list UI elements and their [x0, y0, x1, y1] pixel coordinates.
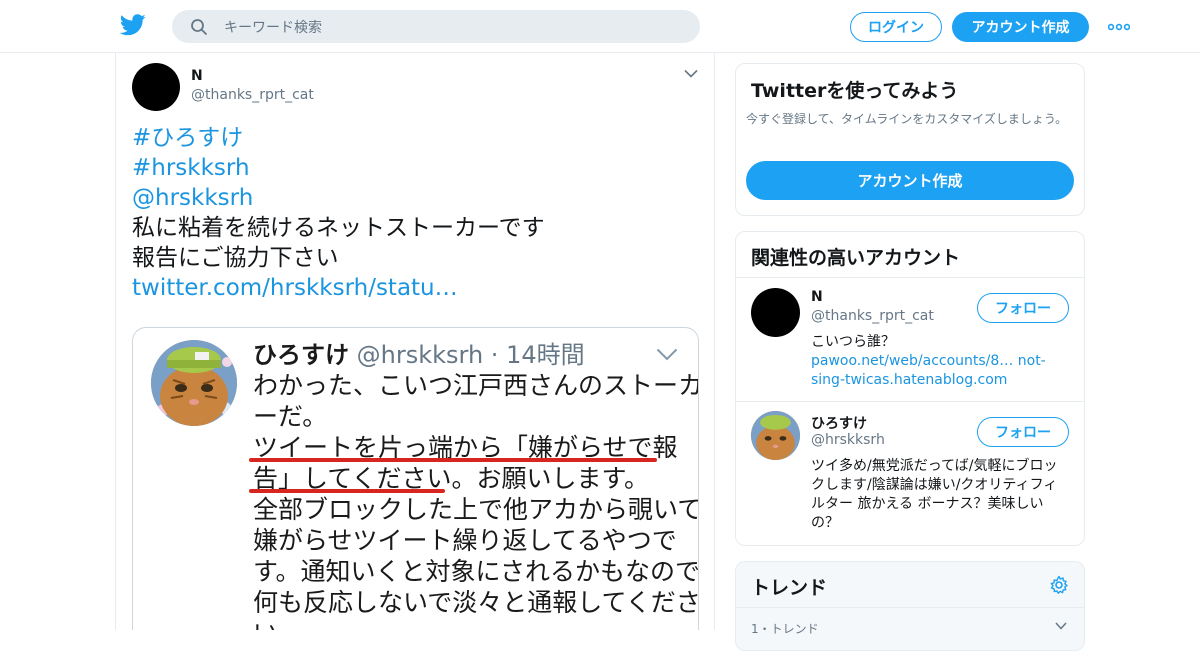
login-button[interactable]: ログイン — [850, 12, 942, 42]
screenshot-line: い。 — [253, 618, 693, 630]
related-accounts-card: 関連性の高いアカウント N @thanks_rprt_cat フォロー こいつら… — [735, 231, 1085, 546]
account-bio: こいつら誰？ pawoo.net/web/accounts/8… not-sin… — [811, 333, 1071, 390]
search-bar[interactable] — [172, 10, 700, 45]
author-avatar[interactable] — [132, 63, 180, 111]
mention-link[interactable]: @hrskksrh — [132, 183, 692, 213]
signup-card-title: Twitterを使ってみよう — [751, 80, 959, 102]
gear-icon[interactable] — [1049, 575, 1069, 595]
divider — [736, 607, 1084, 608]
red-underline-mark — [249, 489, 445, 493]
signup-card: Twitterを使ってみよう 今すぐ登録して、タイムラインをカスタマイズしましょ… — [735, 63, 1085, 216]
screenshot-line: わかった、こいつ江戸西さんのストーカ — [253, 371, 699, 400]
chevron-down-icon — [656, 348, 678, 361]
trends-title: トレンド — [751, 577, 828, 599]
red-underline-mark — [249, 458, 657, 462]
follow-button[interactable]: フォロー — [977, 417, 1069, 447]
twitter-bird-icon[interactable] — [120, 14, 146, 36]
avatar[interactable] — [751, 411, 800, 460]
trend-item[interactable]: 1・トレンド — [751, 620, 819, 637]
avatar[interactable] — [751, 288, 800, 337]
account-handle[interactable]: @hrskksrh — [811, 432, 885, 448]
author-name[interactable]: N — [191, 68, 203, 84]
screenshot-line: 何も反応しないで淡々と通報してくださ — [253, 588, 699, 617]
search-icon — [191, 19, 207, 35]
screenshot-meta: @hrskksrh · 14時間 — [356, 341, 585, 369]
chevron-down-icon[interactable] — [1055, 622, 1067, 630]
hashtag-link[interactable]: #hrskksrh — [132, 153, 692, 183]
trends-card: トレンド 1・トレンド — [735, 561, 1085, 651]
signup-card-description: 今すぐ登録して、タイムラインをカスタマイズしましょう。 — [746, 112, 1068, 126]
screenshot-user-name: ひろすけ — [253, 341, 349, 369]
related-accounts-title: 関連性の高いアカウント — [751, 247, 961, 269]
screenshot-line: ーだ。 — [253, 402, 328, 431]
status-url-link[interactable]: twitter.com/hrskksrh/statu… — [132, 273, 692, 303]
account-bio-links[interactable]: pawoo.net/web/accounts/8… not-sing-twica… — [811, 352, 1071, 390]
tweet-text: #ひろすけ #hrskksrh @hrskksrh 私に粘着を続けるネットストー… — [132, 123, 692, 303]
signup-card-button[interactable]: アカウント作成 — [746, 161, 1074, 200]
top-nav-bar: ログイン アカウント作成 — [0, 0, 1200, 53]
tweet-text-line: 私に粘着を続けるネットストーカーです — [132, 215, 545, 241]
hashtag-link[interactable]: #ひろすけ — [132, 123, 692, 153]
tweet-text-line: 報告にご協力下さい — [132, 245, 339, 271]
cat-avatar-image — [151, 340, 237, 426]
screenshot-text: わかった、こいつ江戸西さんのストーカ ーだ。 ツイートを片っ端から「嫌がらせで報… — [253, 370, 699, 630]
divider — [736, 401, 1084, 402]
screenshot-line: 嫌がらせツイート繰り返してるやつで — [253, 526, 677, 555]
chevron-down-icon[interactable] — [684, 69, 698, 78]
account-bio: ツイ多め/無党派だってば/気軽にブロックします/陰謀論は嫌い/クオリティフィルタ… — [811, 458, 1058, 531]
tweet-media-image[interactable]: ひろすけ @hrskksrh · 14時間 わかった、こいつ江戸西さんのストーカ… — [132, 327, 699, 630]
screenshot-header: ひろすけ @hrskksrh · 14時間 — [253, 340, 585, 370]
author-handle[interactable]: @thanks_rprt_cat — [191, 87, 314, 103]
follow-button[interactable]: フォロー — [977, 293, 1069, 323]
screenshot-line: す。通知いくと対象にされるかもなので — [253, 557, 699, 586]
screenshot-line: 全部ブロックした上で他アカから覗いて — [253, 495, 699, 524]
account-bio-text: こいつら誰？ — [811, 334, 895, 350]
divider — [736, 277, 1084, 278]
account-name[interactable]: ひろすけ — [811, 413, 867, 433]
account-name[interactable]: N — [811, 289, 823, 305]
account-handle[interactable]: @thanks_rprt_cat — [811, 308, 934, 324]
tweet-column: N @thanks_rprt_cat #ひろすけ #hrskksrh @hrsk… — [115, 53, 715, 630]
search-input[interactable] — [222, 10, 686, 45]
signup-button[interactable]: アカウント作成 — [952, 12, 1089, 42]
more-dots-icon[interactable] — [1108, 23, 1130, 31]
